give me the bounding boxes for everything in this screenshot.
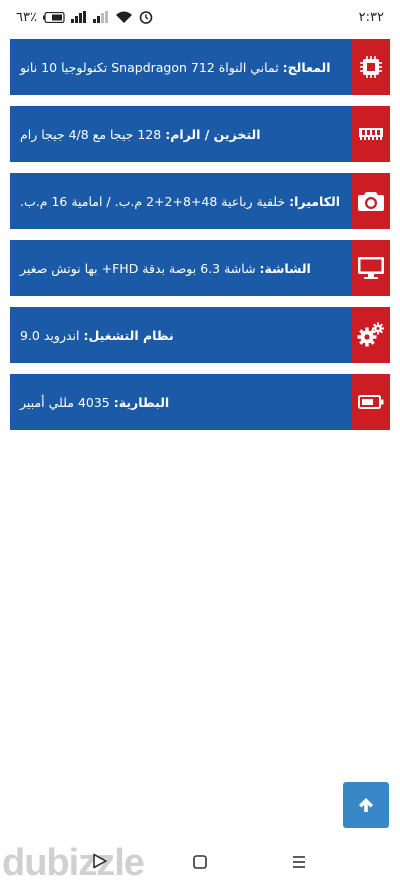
- monitor-icon: [352, 240, 390, 296]
- alarm-icon: [139, 11, 153, 24]
- spec-text: الكاميرا: خلفية رباعية 48+8+2+2 م.ب. / ا…: [10, 173, 352, 229]
- spec-label: الشاشة:: [259, 260, 311, 276]
- spec-label: الكاميرا:: [289, 193, 340, 209]
- back-triangle-icon[interactable]: [92, 853, 108, 869]
- camera-icon: [352, 173, 390, 229]
- cpu-icon: [352, 39, 390, 95]
- spec-row-os: نظام التشغيل: اندرويد 9.0: [10, 307, 390, 363]
- spec-text: الشاشة: شاشة 6.3 بوصة بدقة FHD+ بها نوتش…: [10, 240, 352, 296]
- arrow-up-icon: [359, 798, 373, 812]
- spec-value: 4035 مللي أمبير: [20, 394, 110, 410]
- spec-value: ثماني النواة Snapdragon 712 تكنولوجيا 10…: [20, 59, 279, 75]
- spec-value: شاشة 6.3 بوصة بدقة FHD+ بها نوتش صغير: [20, 260, 256, 276]
- dubizzle-watermark: dubizzle: [2, 842, 145, 884]
- spec-label: نظام التشغيل:: [83, 327, 174, 343]
- spec-value: اندرويد 9.0: [20, 327, 80, 343]
- spec-text: البطارية: 4035 مللي أمبير: [10, 374, 352, 430]
- specs-list: المعالج: ثماني النواة Snapdragon 712 تكن…: [10, 39, 390, 441]
- spec-label: البطارية:: [113, 394, 170, 410]
- spec-row-battery: البطارية: 4035 مللي أمبير: [10, 374, 390, 430]
- wifi-icon: [115, 11, 132, 23]
- spec-text: نظام التشغيل: اندرويد 9.0: [10, 307, 352, 363]
- spec-value: خلفية رباعية 48+8+2+2 م.ب. / امامية 16 م…: [20, 193, 286, 209]
- ram-icon: [352, 106, 390, 162]
- spec-value: 128 جيجا مع 4/8 جيجا رام: [20, 126, 162, 142]
- signal-icon-2: [92, 11, 108, 23]
- battery-status-icon: [42, 11, 65, 23]
- spec-row-camera: الكاميرا: خلفية رباعية 48+8+2+2 م.ب. / ا…: [10, 173, 390, 229]
- spec-text: التخزين / الرام: 128 جيجا مع 4/8 جيجا را…: [10, 106, 352, 162]
- navigation-bar: dubizzle: [0, 832, 400, 888]
- status-icons: ٦٣٪: [16, 10, 153, 25]
- signal-icon: [70, 11, 86, 23]
- spec-label: التخزين / الرام:: [165, 126, 261, 142]
- menu-lines-icon[interactable]: [292, 855, 306, 869]
- spec-row-screen: الشاشة: شاشة 6.3 بوصة بدقة FHD+ بها نوتش…: [10, 240, 390, 296]
- spec-text: المعالج: ثماني النواة Snapdragon 712 تكن…: [10, 39, 352, 95]
- battery-percentage: ٦٣٪: [16, 9, 37, 25]
- status-time: ٢:٣٢: [358, 9, 384, 25]
- scroll-to-top-button[interactable]: [343, 782, 389, 828]
- battery-icon: [352, 374, 390, 430]
- home-square-icon[interactable]: [193, 855, 207, 869]
- spec-label: المعالج:: [282, 59, 331, 75]
- spec-row-processor: المعالج: ثماني النواة Snapdragon 712 تكن…: [10, 39, 390, 95]
- status-bar: ٦٣٪ ٢:٣٢: [0, 0, 400, 34]
- gears-icon: [352, 307, 390, 363]
- spec-row-storage: التخزين / الرام: 128 جيجا مع 4/8 جيجا را…: [10, 106, 390, 162]
